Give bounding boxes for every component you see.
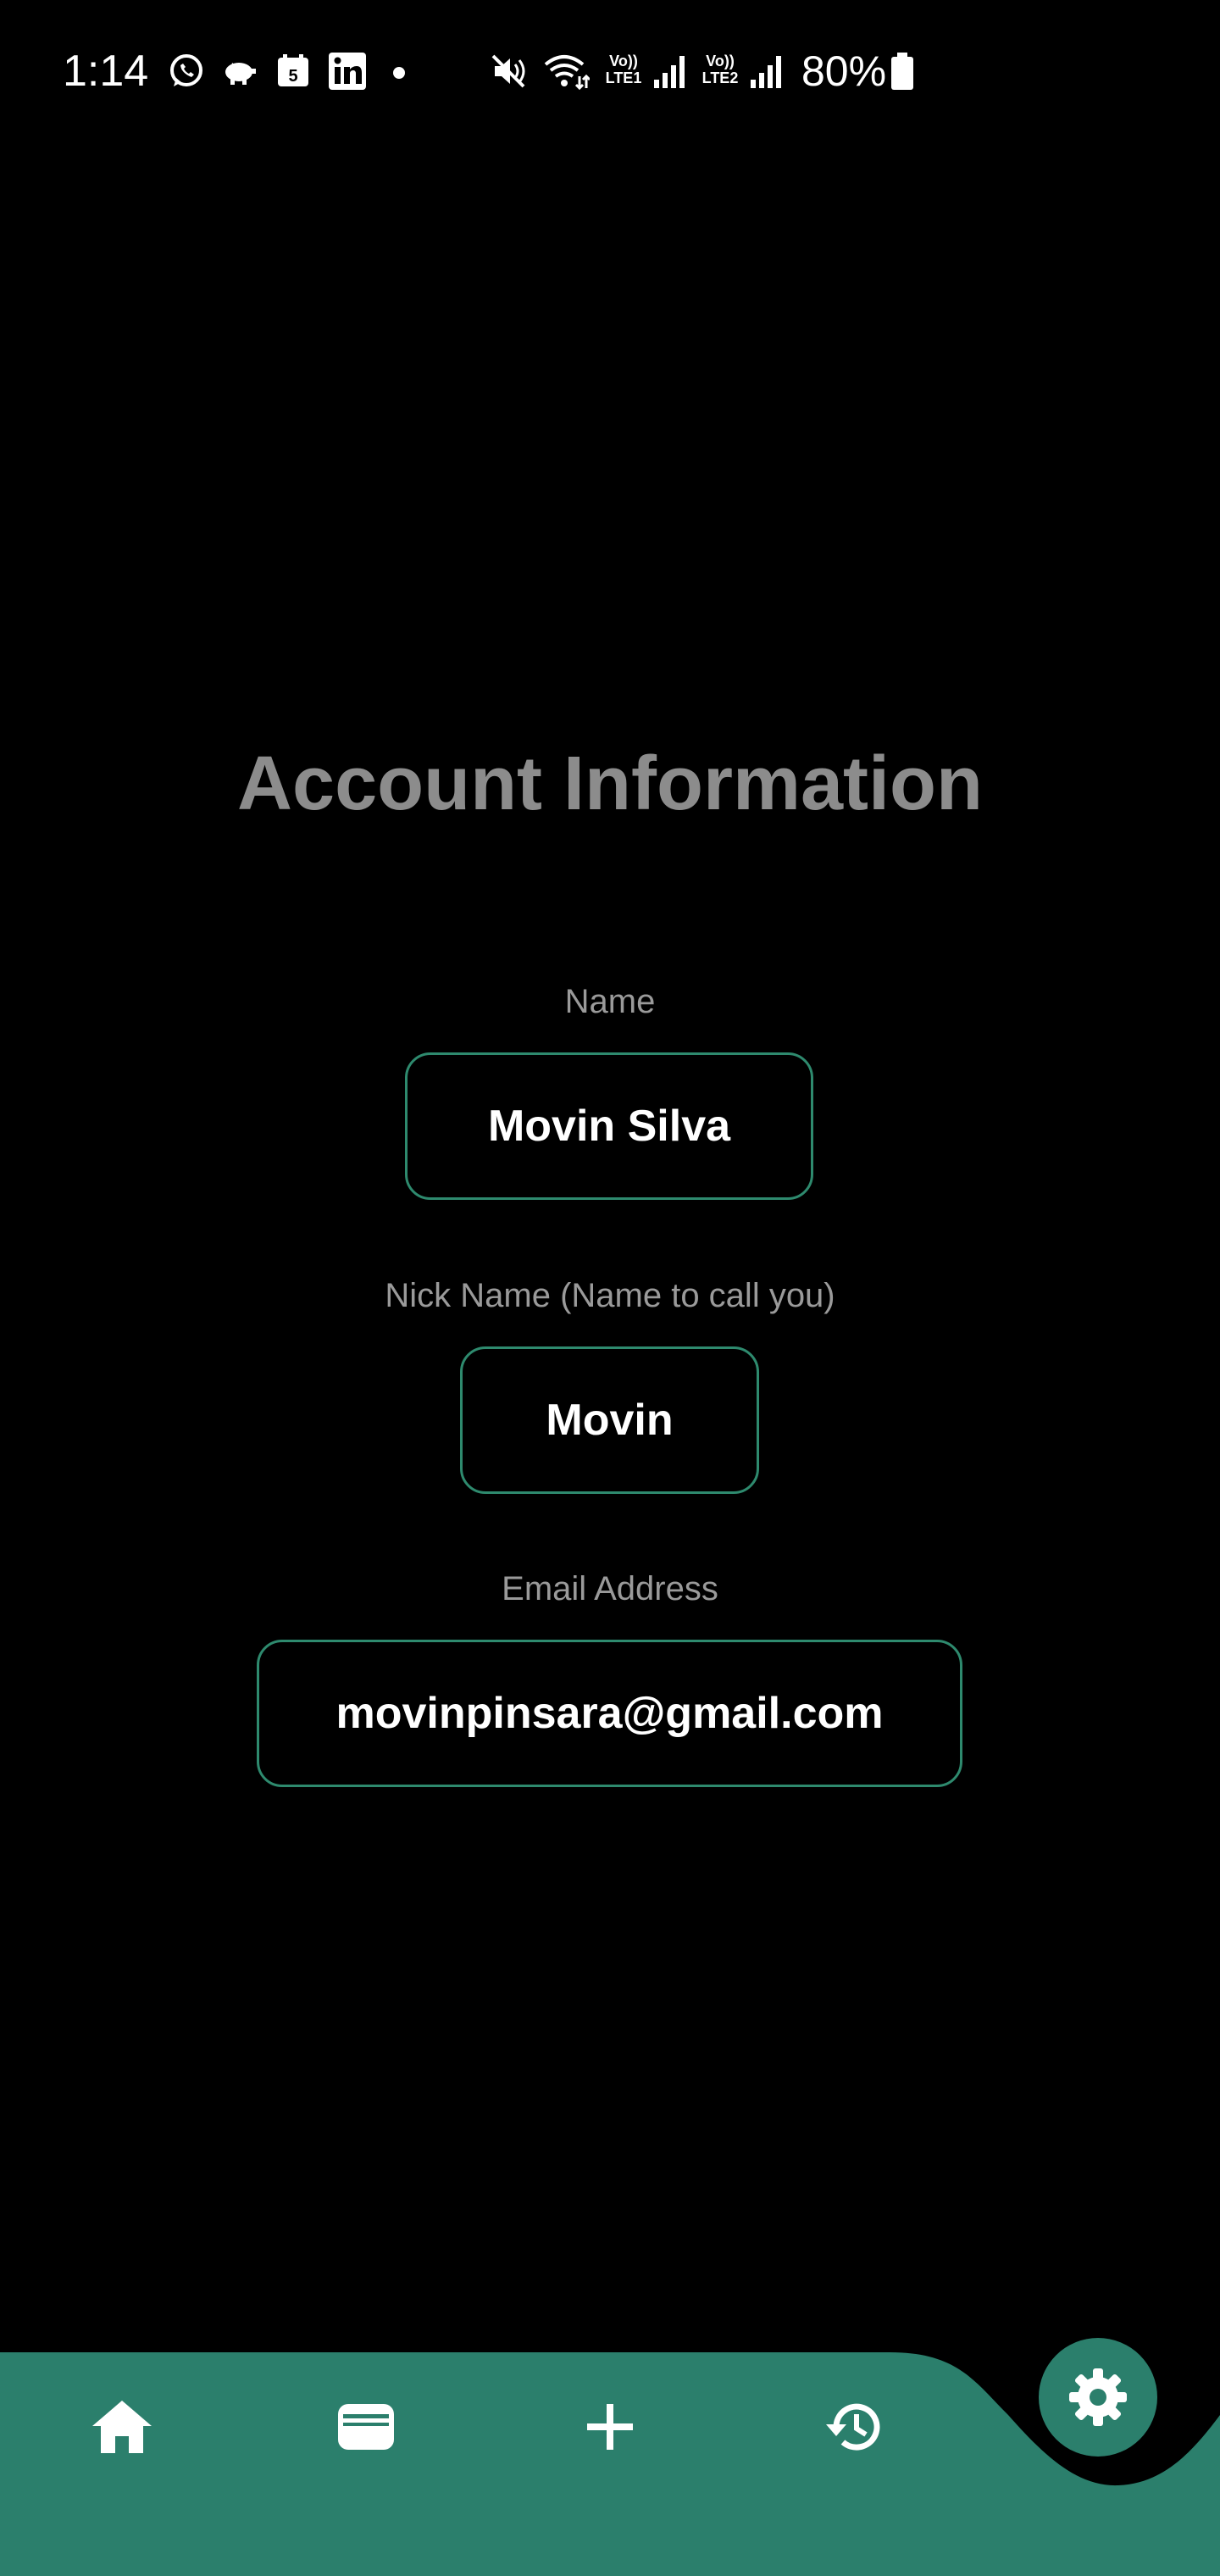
status-bar: 1:14 5 Vo)) LTE1 Vo)) LTE2 80% (0, 0, 1220, 144)
home-icon (89, 2394, 155, 2460)
lte1-signal-icon (652, 51, 690, 92)
calendar-day: 5 (288, 67, 297, 86)
wifi-icon (542, 51, 590, 92)
calendar-icon: 5 (273, 51, 313, 92)
name-label: Name (564, 983, 656, 1020)
wallet-icon (333, 2394, 399, 2460)
lte2-voice-label: Vo)) (706, 53, 735, 69)
lte1-label: Vo)) LTE1 (600, 53, 647, 86)
bottom-navigation-bar (0, 2288, 1220, 2576)
linkedin-icon (327, 51, 368, 92)
plus-icon (577, 2394, 643, 2460)
lte1-network-label: LTE1 (605, 69, 642, 86)
battery-icon (890, 51, 915, 92)
email-field[interactable]: movinpinsara@gmail.com (257, 1640, 962, 1787)
piggy-bank-icon (219, 51, 259, 92)
nav-history[interactable] (803, 2376, 905, 2478)
lte2-network-label: LTE2 (702, 69, 739, 86)
nav-home[interactable] (71, 2376, 173, 2478)
nav-settings-button[interactable] (1039, 2338, 1157, 2457)
lte2-signal-icon (749, 51, 786, 92)
whatsapp-icon (166, 51, 207, 92)
status-time: 1:14 (63, 47, 149, 96)
nickname-field[interactable]: Movin (460, 1346, 759, 1494)
settings-gear-icon (1066, 2365, 1130, 2429)
mute-icon (488, 51, 529, 92)
name-field[interactable]: Movin Silva (405, 1052, 813, 1200)
email-label: Email Address (502, 1570, 718, 1607)
lte1-voice-label: Vo)) (609, 53, 638, 69)
page-title: Account Information (237, 741, 983, 826)
nav-wallet[interactable] (315, 2376, 417, 2478)
nav-add[interactable] (559, 2376, 661, 2478)
lte2-label: Vo)) LTE2 (696, 53, 744, 86)
dot-icon (393, 67, 405, 79)
battery-percent: 80% (801, 47, 887, 95)
history-icon (821, 2394, 887, 2460)
nickname-label: Nick Name (Name to call you) (385, 1277, 835, 1314)
